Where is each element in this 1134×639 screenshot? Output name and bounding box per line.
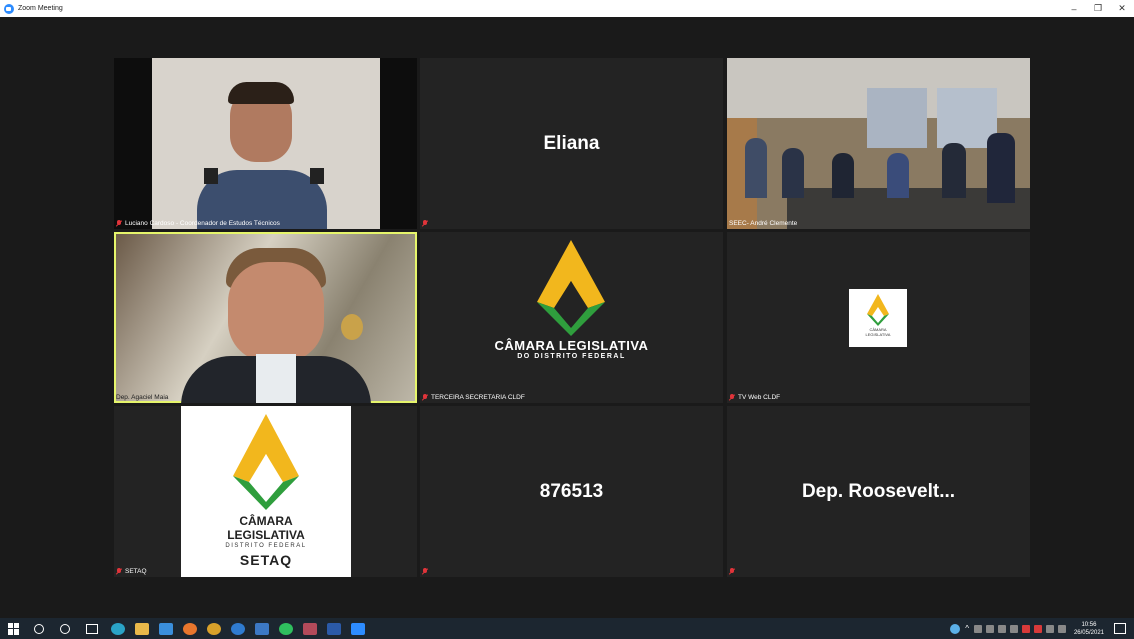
setaq-emblem [233,414,299,510]
setaq-logo: CÂMARA LEGISLATIVA DISTRITO FEDERAL SETA… [181,406,351,577]
window-title: Zoom Meeting [18,5,63,12]
camara-small-emblem [867,294,889,326]
tray-icon-4[interactable] [1009,624,1018,633]
participant-tile-tv-web[interactable]: CÂMARA LEGISLATIVA TV Web CLDF [727,232,1030,403]
participant-tile-eliana[interactable]: Eliana [420,58,723,229]
participant-name-label: Luciano Cardoso - Coordenador de Estudos… [116,218,283,228]
setaq-line2: LEGISLATIVA [227,528,305,542]
camara-logo-line2: DO DISTRITO FEDERAL [517,353,626,360]
muted-mic-icon [729,567,735,575]
muted-mic-icon [422,219,428,227]
word-icon[interactable] [327,622,341,635]
participant-name-label: SETAQ [116,566,150,576]
tray-icon-red[interactable] [1021,624,1030,633]
camara-logo-line1: CÂMARA LEGISLATIVA [494,338,649,353]
whatsapp-icon[interactable] [279,622,293,635]
task-view-icon[interactable] [86,623,98,634]
tray-icon-3[interactable] [997,624,1006,633]
start-button[interactable] [8,622,20,635]
small-logo-line2: LEGISLATIVA [865,332,891,337]
zoom-taskbar-icon[interactable] [351,622,365,635]
participant-tile-876513[interactable]: 876513 [420,406,723,577]
restore-button[interactable]: ❐ [1086,0,1110,17]
setaq-line4: SETAQ [239,552,293,568]
muted-mic-icon [116,219,122,227]
setaq-line1: CÂMARA [239,514,293,528]
participant-display-name: Eliana [543,132,600,154]
mail-icon[interactable] [159,622,173,635]
notification-icon[interactable] [1114,623,1126,634]
windows-taskbar: ^ 10:56 26/05/2021 [0,618,1134,639]
camara-logo-emblem [537,240,605,336]
participant-name-label: TV Web CLDF [729,392,783,402]
participant-display-name: Dep. Roosevelt... [801,480,956,502]
muted-mic-icon [422,393,428,401]
system-tray: ^ 10:56 26/05/2021 [948,618,1134,639]
tray-icon-red-2[interactable] [1033,624,1042,633]
participant-tile-terceira-secretaria[interactable]: CÂMARA LEGISLATIVA DO DISTRITO FEDERAL T… [420,232,723,403]
participant-display-name: 876513 [539,480,604,502]
muted-mic-icon [116,567,122,575]
system-clock[interactable]: 10:56 26/05/2021 [1074,621,1104,637]
participant-tile-luciano[interactable]: Luciano Cardoso - Coordenador de Estudos… [114,58,417,229]
app-icon[interactable] [303,622,317,635]
participant-tile-agaciel[interactable]: Dep. Agaciel Maia [114,232,417,403]
participant-tile-roosevelt[interactable]: Dep. Roosevelt... [727,406,1030,577]
participant-video [116,234,415,403]
participant-name-label [422,566,434,576]
battery-icon[interactable] [1045,624,1054,633]
title-bar: Zoom Meeting – ❐ ✕ [0,0,1134,17]
tray-icon-1[interactable] [973,624,982,633]
chevron-up-icon[interactable]: ^ [965,624,969,633]
minimize-button[interactable]: – [1062,0,1086,17]
participant-tile-setaq[interactable]: CÂMARA LEGISLATIVA DISTRITO FEDERAL SETA… [114,406,417,577]
edge-icon[interactable] [111,622,125,635]
participant-video [152,58,380,229]
participant-name-label: TERCEIRA SECRETARIA CLDF [422,392,528,402]
volume-icon[interactable] [1057,624,1066,633]
search-icon[interactable] [34,623,44,634]
participant-name-label: SEEC- André Clemente [729,219,798,227]
clock-date: 26/05/2021 [1073,629,1104,636]
clock-time: 10:56 [1081,621,1097,628]
tray-app-icon[interactable] [950,623,961,634]
tray-icon-2[interactable] [985,624,994,633]
zoom-app-icon [4,3,14,14]
cortana-icon[interactable] [60,623,70,634]
internet-explorer-icon[interactable] [231,622,245,635]
close-button[interactable]: ✕ [1110,0,1134,17]
muted-mic-icon [729,393,735,401]
participant-name-label: Dep. Agaciel Maia [116,393,169,401]
participant-name-label [422,218,434,228]
file-explorer-icon[interactable] [135,622,149,635]
camara-legislativa-logo: CÂMARA LEGISLATIVA DO DISTRITO FEDERAL [420,232,723,403]
gallery-view: Luciano Cardoso - Coordenador de Estudos… [0,17,1134,618]
setaq-line3: DISTRITO FEDERAL [225,543,307,549]
chrome-icon[interactable] [207,622,221,635]
camara-small-logo: CÂMARA LEGISLATIVA [849,289,907,347]
participant-name-label [729,566,741,576]
outlook-icon[interactable] [255,622,269,635]
participant-tile-seec[interactable]: SEEC- André Clemente [727,58,1030,229]
firefox-icon[interactable] [183,622,197,635]
muted-mic-icon [422,567,428,575]
participant-video [727,58,1030,229]
